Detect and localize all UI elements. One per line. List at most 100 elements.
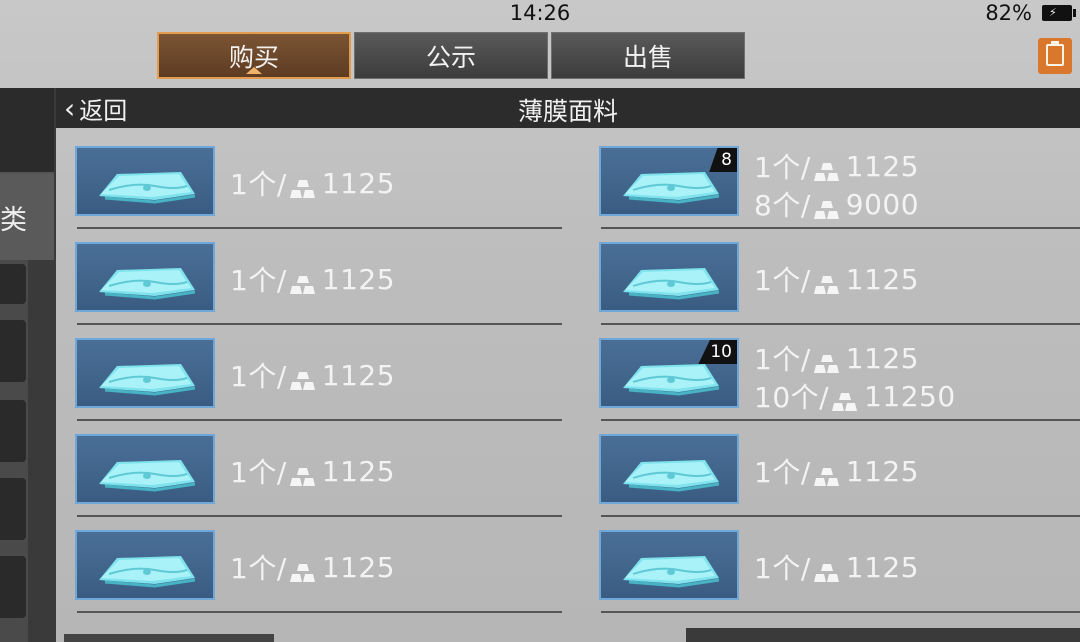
quantity-label: 1个/ [230,168,287,201]
tab-sell-label: 出售 [622,42,673,72]
price-line: 1个/1125 [754,259,919,299]
price-line: 1个/1125 [754,146,919,186]
listing-item[interactable]: 1个/1125 [599,242,1080,332]
film-fabric-icon [623,172,720,204]
price-value: 1125 [845,149,920,183]
sidebar-subitem[interactable] [0,264,26,304]
film-fabric-icon [99,172,196,204]
sidebar-item-top[interactable] [0,88,54,174]
item-thumbnail[interactable] [75,530,215,600]
row-divider [601,419,1080,421]
item-thumbnail[interactable]: 8 [599,146,739,216]
listing-item[interactable]: 1个/1125 [599,434,1080,524]
listing-item[interactable]: 1个/1125 [75,242,565,332]
quantity-label: 8个/ [754,189,811,222]
listing-item[interactable]: 1个/1125 [75,530,565,620]
quantity-label: 1个/ [230,552,287,585]
price-line: 1个/1125 [230,547,395,587]
item-thumbnail[interactable] [75,146,215,216]
sidebar-subitem[interactable] [0,400,26,462]
stack-count-badge: 10 [698,340,737,364]
quantity-label: 1个/ [230,456,287,489]
row-divider [601,515,1080,517]
item-thumbnail[interactable] [599,434,739,504]
gold-bars-icon [813,156,841,181]
listing-item[interactable]: 8 1个/1125 8个/9000 [599,146,1080,236]
price-value: 1125 [845,550,920,584]
header-bar: ‹ 返回 薄膜面料 [56,88,1080,128]
notes-button[interactable] [1038,38,1072,74]
price-line: 1个/1125 [754,547,919,587]
sidebar-subitem[interactable] [0,556,26,618]
item-thumbnail[interactable] [75,434,215,504]
item-thumbnail[interactable] [75,338,215,408]
listing-item[interactable]: 1个/1125 [599,530,1080,620]
category-sidebar: 类 [0,88,56,642]
price-line: 1个/1125 [230,451,395,491]
stack-count-badge: 8 [709,148,737,172]
price-line: 10个/11250 [754,376,956,416]
item-thumbnail[interactable]: 10 [599,338,739,408]
bottom-edge [686,628,1080,642]
row-divider [77,323,562,325]
row-divider [601,227,1080,229]
price-value: 1125 [845,341,920,375]
film-fabric-icon [623,556,720,588]
sidebar-item-category[interactable]: 类 [0,174,54,260]
gold-bars-icon [289,173,317,198]
page-title: 薄膜面料 [517,97,618,126]
tab-announce-label: 公示 [425,42,476,72]
price-value: 1125 [321,358,396,392]
item-thumbnail[interactable] [599,242,739,312]
quantity-label: 1个/ [230,264,287,297]
quantity-label: 1个/ [754,456,811,489]
row-divider [77,515,562,517]
sidebar-subitem[interactable] [0,478,26,540]
item-thumbnail[interactable] [599,530,739,600]
gold-bars-icon [831,386,859,411]
price-value: 1125 [845,262,920,296]
active-tab-caret-icon [246,67,262,74]
listing-item[interactable]: 1个/1125 [75,338,565,428]
film-fabric-icon [623,268,720,300]
price-value: 1125 [321,550,396,584]
listing-item[interactable]: 10 1个/1125 10个/11250 [599,338,1080,428]
tab-sell[interactable]: 出售 [551,32,745,79]
quantity-label: 1个/ [754,343,811,376]
price-line: 1个/1125 [230,355,395,395]
row-divider [77,611,562,613]
listing-item[interactable]: 1个/1125 [75,146,565,236]
tab-announce[interactable]: 公示 [354,32,548,79]
price-line: 1个/1125 [230,163,395,203]
gold-bars-icon [289,365,317,390]
film-fabric-icon [99,268,196,300]
price-value: 1125 [845,454,920,488]
row-divider [77,227,562,229]
sidebar-subcategory-rail [0,260,28,642]
price-line: 1个/1125 [230,259,395,299]
gold-bars-icon [289,269,317,294]
bottom-edge [64,634,274,642]
quantity-label: 1个/ [754,151,811,184]
listing-item[interactable]: 1个/1125 [75,434,565,524]
film-fabric-icon [99,364,196,396]
quantity-label: 1个/ [230,360,287,393]
clock: 14:26 [509,1,571,25]
price-value: 1125 [321,262,396,296]
item-thumbnail[interactable] [75,242,215,312]
battery-percent: 82% [985,1,1032,25]
row-divider [601,323,1080,325]
gold-bars-icon [813,269,841,294]
price-value: 11250 [864,379,956,413]
tab-buy[interactable]: 购买 [157,32,351,79]
price-line: 1个/1125 [754,451,919,491]
sidebar-subitem[interactable] [0,320,26,382]
gold-bars-icon [813,461,841,486]
gold-bars-icon [813,348,841,373]
gold-bars-icon [289,557,317,582]
gold-bars-icon [813,194,841,219]
notes-icon [1046,41,1064,66]
film-fabric-icon [99,556,196,588]
film-fabric-icon [99,460,196,492]
film-fabric-icon [623,460,720,492]
